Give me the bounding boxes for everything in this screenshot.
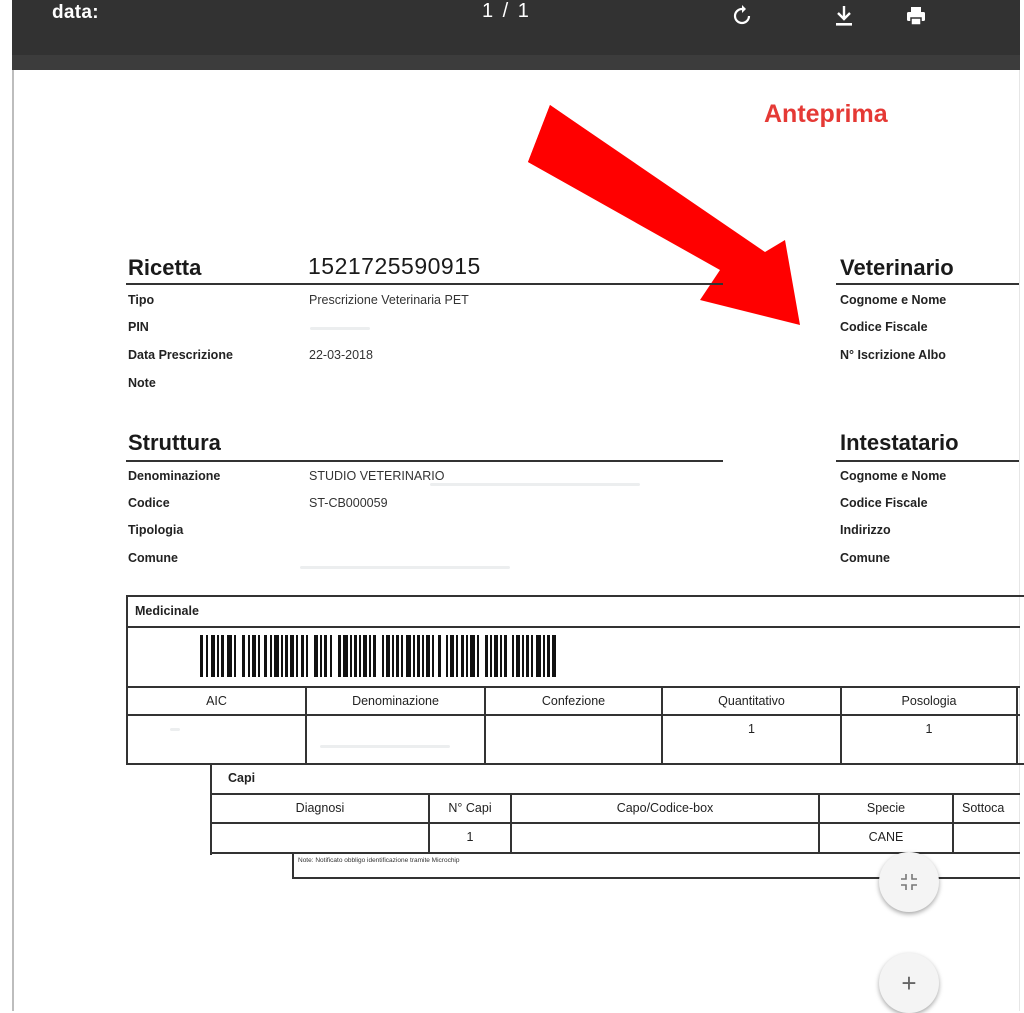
medicinale-col-posologia: Posologia	[901, 694, 957, 708]
field-label-tipo: Tipo	[128, 293, 155, 307]
medicinale-col-aic: AIC	[206, 694, 227, 708]
capi-cell-n-capi: 1	[466, 830, 474, 844]
fit-to-page-button[interactable]	[879, 852, 939, 912]
fit-to-page-icon	[901, 874, 917, 890]
zoom-in-button[interactable]: +	[879, 953, 939, 1013]
int-label-indirizzo: Indirizzo	[840, 523, 891, 537]
barcode-image	[200, 635, 556, 677]
capi-col-codice-box: Capo/Codice-box	[616, 801, 714, 815]
redacted-aic	[170, 728, 180, 731]
col-divider-5	[1016, 686, 1018, 765]
medicinale-cell-posologia: 1	[925, 722, 933, 736]
capi-cell-specie: CANE	[868, 830, 904, 844]
int-label-codice-fiscale: Codice Fiscale	[840, 496, 928, 510]
redacted-denominazione-cell	[320, 745, 450, 748]
pdf-toolbar: data: 1 / 1	[12, 0, 1020, 70]
medicinale-header-top	[126, 686, 1020, 688]
int-label-nome: Cognome e Nome	[840, 469, 947, 483]
ricetta-number: 1521725590915	[308, 253, 481, 279]
redacted-pin	[310, 327, 370, 330]
capi-note: Note: Notificato obbligo identificazione…	[298, 857, 460, 864]
page-left-border	[12, 70, 14, 1011]
field-value-data-prescrizione: 22-03-2018	[309, 348, 373, 362]
print-icon[interactable]	[904, 4, 928, 28]
capi-col-diagnosi: Diagnosi	[295, 801, 345, 815]
medicinale-col-denominazione: Denominazione	[352, 694, 439, 708]
document-title: data:	[52, 2, 99, 23]
struttura-heading: Struttura	[128, 430, 221, 455]
capi-header-top	[210, 793, 1020, 795]
capi-title: Capi	[228, 771, 256, 785]
medicinale-header-bottom	[126, 714, 1020, 716]
medicinale-col-confezione: Confezione	[541, 694, 606, 708]
redacted-comune	[300, 566, 510, 569]
note-left-border	[292, 852, 294, 878]
struttura-rule	[126, 460, 723, 462]
str-value-codice: ST-CB000059	[309, 496, 388, 510]
vet-label-codice-fiscale: Codice Fiscale	[840, 320, 928, 334]
medicinale-cell-quantitativo: 1	[748, 722, 755, 736]
capi-col-n-capi: N° Capi	[448, 801, 492, 815]
field-label-note: Note	[128, 376, 156, 390]
str-label-denominazione: Denominazione	[128, 469, 221, 483]
int-label-comune: Comune	[840, 551, 890, 565]
str-label-codice: Codice	[128, 496, 170, 510]
field-label-data-prescrizione: Data Prescrizione	[128, 348, 233, 362]
vet-label-nome: Cognome e Nome	[840, 293, 947, 307]
ricetta-rule	[126, 283, 723, 285]
field-label-pin: PIN	[128, 320, 149, 334]
medicinale-col-quantitativo: Quantitativo	[718, 694, 785, 708]
capi-header-bottom	[210, 822, 1020, 824]
capi-col-specie: Specie	[866, 801, 906, 815]
field-value-tipo: Prescrizione Veterinaria PET	[309, 293, 469, 307]
str-label-tipologia: Tipologia	[128, 523, 184, 537]
vet-label-iscrizione-albo: N° Iscrizione Albo	[840, 348, 946, 362]
veterinario-rule	[836, 283, 1019, 285]
toolbar-divider	[12, 55, 1020, 70]
str-label-comune: Comune	[128, 551, 178, 565]
capi-col-sottocategoria: Sottoca	[962, 801, 1005, 815]
page-indicator: 1 / 1	[482, 0, 531, 22]
red-arrow-annotation	[528, 105, 800, 325]
medicinale-title-rule	[126, 626, 1020, 628]
download-icon[interactable]	[832, 4, 856, 28]
zoom-in-icon: +	[901, 967, 917, 998]
str-value-denominazione: STUDIO VETERINARIO	[309, 469, 445, 483]
redacted-denominazione	[430, 483, 640, 486]
page-right-border	[1019, 70, 1020, 1011]
veterinario-heading: Veterinario	[840, 255, 954, 280]
medicinale-table	[126, 595, 1024, 765]
medicinale-title: Medicinale	[135, 604, 199, 618]
rotate-icon[interactable]	[730, 4, 754, 28]
intestatario-rule	[836, 460, 1019, 462]
intestatario-heading: Intestatario	[840, 430, 959, 455]
ricetta-heading: Ricetta	[128, 255, 202, 280]
